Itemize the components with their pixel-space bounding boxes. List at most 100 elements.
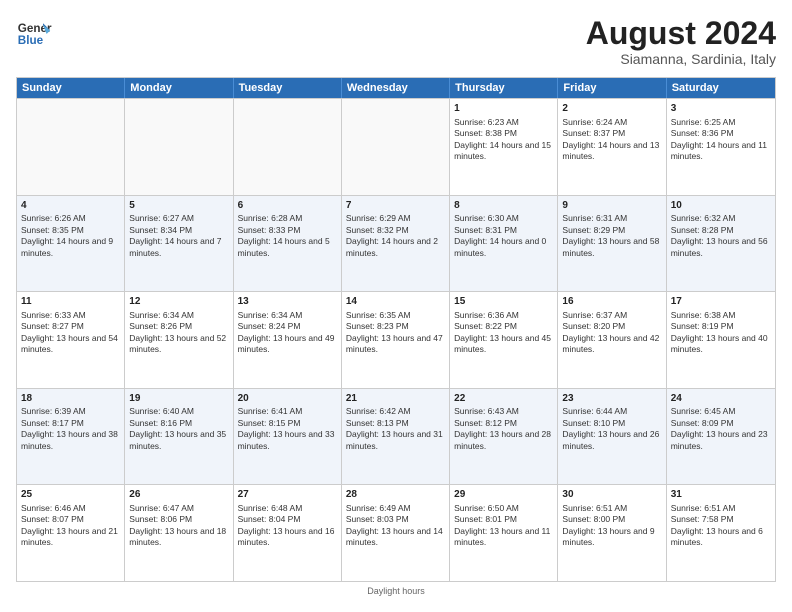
day-info: Sunrise: 6:34 AM Sunset: 8:24 PM Dayligh… bbox=[238, 310, 335, 354]
day-info: Sunrise: 6:43 AM Sunset: 8:12 PM Dayligh… bbox=[454, 406, 551, 450]
cal-cell-10: 10Sunrise: 6:32 AM Sunset: 8:28 PM Dayli… bbox=[667, 196, 775, 292]
day-info: Sunrise: 6:38 AM Sunset: 8:19 PM Dayligh… bbox=[671, 310, 768, 354]
calendar-row-4: 18Sunrise: 6:39 AM Sunset: 8:17 PM Dayli… bbox=[17, 388, 775, 485]
header-day-thursday: Thursday bbox=[450, 78, 558, 98]
header-day-monday: Monday bbox=[125, 78, 233, 98]
calendar-row-3: 11Sunrise: 6:33 AM Sunset: 8:27 PM Dayli… bbox=[17, 291, 775, 388]
cal-cell-empty-0 bbox=[17, 99, 125, 195]
cal-cell-empty-3 bbox=[342, 99, 450, 195]
day-info: Sunrise: 6:42 AM Sunset: 8:13 PM Dayligh… bbox=[346, 406, 443, 450]
cal-cell-6: 6Sunrise: 6:28 AM Sunset: 8:33 PM Daylig… bbox=[234, 196, 342, 292]
day-info: Sunrise: 6:26 AM Sunset: 8:35 PM Dayligh… bbox=[21, 213, 113, 257]
day-info: Sunrise: 6:45 AM Sunset: 8:09 PM Dayligh… bbox=[671, 406, 768, 450]
day-info: Sunrise: 6:47 AM Sunset: 8:06 PM Dayligh… bbox=[129, 503, 226, 547]
day-info: Sunrise: 6:24 AM Sunset: 8:37 PM Dayligh… bbox=[562, 117, 659, 161]
day-info: Sunrise: 6:51 AM Sunset: 7:58 PM Dayligh… bbox=[671, 503, 763, 547]
day-info: Sunrise: 6:41 AM Sunset: 8:15 PM Dayligh… bbox=[238, 406, 335, 450]
day-number: 7 bbox=[346, 199, 445, 213]
day-number: 29 bbox=[454, 488, 553, 502]
day-number: 3 bbox=[671, 102, 771, 116]
day-number: 28 bbox=[346, 488, 445, 502]
calendar-body: 1Sunrise: 6:23 AM Sunset: 8:38 PM Daylig… bbox=[17, 98, 775, 581]
day-info: Sunrise: 6:30 AM Sunset: 8:31 PM Dayligh… bbox=[454, 213, 546, 257]
cal-cell-20: 20Sunrise: 6:41 AM Sunset: 8:15 PM Dayli… bbox=[234, 389, 342, 485]
header-day-friday: Friday bbox=[558, 78, 666, 98]
day-number: 21 bbox=[346, 392, 445, 406]
day-info: Sunrise: 6:28 AM Sunset: 8:33 PM Dayligh… bbox=[238, 213, 330, 257]
header: General Blue August 2024 Siamanna, Sardi… bbox=[16, 16, 776, 67]
day-info: Sunrise: 6:49 AM Sunset: 8:03 PM Dayligh… bbox=[346, 503, 443, 547]
day-number: 15 bbox=[454, 295, 553, 309]
day-number: 10 bbox=[671, 199, 771, 213]
subtitle: Siamanna, Sardinia, Italy bbox=[586, 51, 776, 67]
header-day-wednesday: Wednesday bbox=[342, 78, 450, 98]
calendar-header: SundayMondayTuesdayWednesdayThursdayFrid… bbox=[17, 78, 775, 98]
day-info: Sunrise: 6:23 AM Sunset: 8:38 PM Dayligh… bbox=[454, 117, 551, 161]
day-info: Sunrise: 6:31 AM Sunset: 8:29 PM Dayligh… bbox=[562, 213, 659, 257]
day-number: 12 bbox=[129, 295, 228, 309]
day-number: 26 bbox=[129, 488, 228, 502]
cal-cell-1: 1Sunrise: 6:23 AM Sunset: 8:38 PM Daylig… bbox=[450, 99, 558, 195]
cal-cell-28: 28Sunrise: 6:49 AM Sunset: 8:03 PM Dayli… bbox=[342, 485, 450, 581]
header-day-saturday: Saturday bbox=[667, 78, 775, 98]
day-number: 30 bbox=[562, 488, 661, 502]
calendar-row-1: 1Sunrise: 6:23 AM Sunset: 8:38 PM Daylig… bbox=[17, 98, 775, 195]
cal-cell-30: 30Sunrise: 6:51 AM Sunset: 8:00 PM Dayli… bbox=[558, 485, 666, 581]
cal-cell-17: 17Sunrise: 6:38 AM Sunset: 8:19 PM Dayli… bbox=[667, 292, 775, 388]
day-number: 18 bbox=[21, 392, 120, 406]
header-day-sunday: Sunday bbox=[17, 78, 125, 98]
day-number: 16 bbox=[562, 295, 661, 309]
day-number: 4 bbox=[21, 199, 120, 213]
cal-cell-16: 16Sunrise: 6:37 AM Sunset: 8:20 PM Dayli… bbox=[558, 292, 666, 388]
cal-cell-13: 13Sunrise: 6:34 AM Sunset: 8:24 PM Dayli… bbox=[234, 292, 342, 388]
svg-text:Blue: Blue bbox=[18, 34, 44, 47]
cal-cell-25: 25Sunrise: 6:46 AM Sunset: 8:07 PM Dayli… bbox=[17, 485, 125, 581]
day-number: 11 bbox=[21, 295, 120, 309]
day-info: Sunrise: 6:40 AM Sunset: 8:16 PM Dayligh… bbox=[129, 406, 226, 450]
day-number: 17 bbox=[671, 295, 771, 309]
day-info: Sunrise: 6:32 AM Sunset: 8:28 PM Dayligh… bbox=[671, 213, 768, 257]
day-number: 25 bbox=[21, 488, 120, 502]
day-info: Sunrise: 6:39 AM Sunset: 8:17 PM Dayligh… bbox=[21, 406, 118, 450]
cal-cell-14: 14Sunrise: 6:35 AM Sunset: 8:23 PM Dayli… bbox=[342, 292, 450, 388]
cal-cell-empty-2 bbox=[234, 99, 342, 195]
calendar-row-5: 25Sunrise: 6:46 AM Sunset: 8:07 PM Dayli… bbox=[17, 484, 775, 581]
day-number: 9 bbox=[562, 199, 661, 213]
day-info: Sunrise: 6:27 AM Sunset: 8:34 PM Dayligh… bbox=[129, 213, 221, 257]
cal-cell-19: 19Sunrise: 6:40 AM Sunset: 8:16 PM Dayli… bbox=[125, 389, 233, 485]
day-info: Sunrise: 6:48 AM Sunset: 8:04 PM Dayligh… bbox=[238, 503, 335, 547]
header-day-tuesday: Tuesday bbox=[234, 78, 342, 98]
cal-cell-24: 24Sunrise: 6:45 AM Sunset: 8:09 PM Dayli… bbox=[667, 389, 775, 485]
cal-cell-15: 15Sunrise: 6:36 AM Sunset: 8:22 PM Dayli… bbox=[450, 292, 558, 388]
cal-cell-18: 18Sunrise: 6:39 AM Sunset: 8:17 PM Dayli… bbox=[17, 389, 125, 485]
day-info: Sunrise: 6:35 AM Sunset: 8:23 PM Dayligh… bbox=[346, 310, 443, 354]
cal-cell-8: 8Sunrise: 6:30 AM Sunset: 8:31 PM Daylig… bbox=[450, 196, 558, 292]
month-title: August 2024 bbox=[586, 16, 776, 51]
day-number: 5 bbox=[129, 199, 228, 213]
cal-cell-3: 3Sunrise: 6:25 AM Sunset: 8:36 PM Daylig… bbox=[667, 99, 775, 195]
cal-cell-2: 2Sunrise: 6:24 AM Sunset: 8:37 PM Daylig… bbox=[558, 99, 666, 195]
day-number: 14 bbox=[346, 295, 445, 309]
day-number: 22 bbox=[454, 392, 553, 406]
day-info: Sunrise: 6:51 AM Sunset: 8:00 PM Dayligh… bbox=[562, 503, 654, 547]
day-number: 24 bbox=[671, 392, 771, 406]
cal-cell-11: 11Sunrise: 6:33 AM Sunset: 8:27 PM Dayli… bbox=[17, 292, 125, 388]
day-number: 19 bbox=[129, 392, 228, 406]
day-number: 6 bbox=[238, 199, 337, 213]
day-info: Sunrise: 6:46 AM Sunset: 8:07 PM Dayligh… bbox=[21, 503, 118, 547]
day-number: 1 bbox=[454, 102, 553, 116]
cal-cell-22: 22Sunrise: 6:43 AM Sunset: 8:12 PM Dayli… bbox=[450, 389, 558, 485]
cal-cell-27: 27Sunrise: 6:48 AM Sunset: 8:04 PM Dayli… bbox=[234, 485, 342, 581]
logo-icon: General Blue bbox=[16, 16, 52, 52]
page: General Blue August 2024 Siamanna, Sardi… bbox=[0, 0, 792, 612]
cal-cell-4: 4Sunrise: 6:26 AM Sunset: 8:35 PM Daylig… bbox=[17, 196, 125, 292]
day-number: 13 bbox=[238, 295, 337, 309]
logo: General Blue bbox=[16, 16, 52, 52]
day-info: Sunrise: 6:29 AM Sunset: 8:32 PM Dayligh… bbox=[346, 213, 438, 257]
day-info: Sunrise: 6:25 AM Sunset: 8:36 PM Dayligh… bbox=[671, 117, 767, 161]
cal-cell-31: 31Sunrise: 6:51 AM Sunset: 7:58 PM Dayli… bbox=[667, 485, 775, 581]
day-info: Sunrise: 6:33 AM Sunset: 8:27 PM Dayligh… bbox=[21, 310, 118, 354]
day-info: Sunrise: 6:37 AM Sunset: 8:20 PM Dayligh… bbox=[562, 310, 659, 354]
calendar-row-2: 4Sunrise: 6:26 AM Sunset: 8:35 PM Daylig… bbox=[17, 195, 775, 292]
day-number: 27 bbox=[238, 488, 337, 502]
